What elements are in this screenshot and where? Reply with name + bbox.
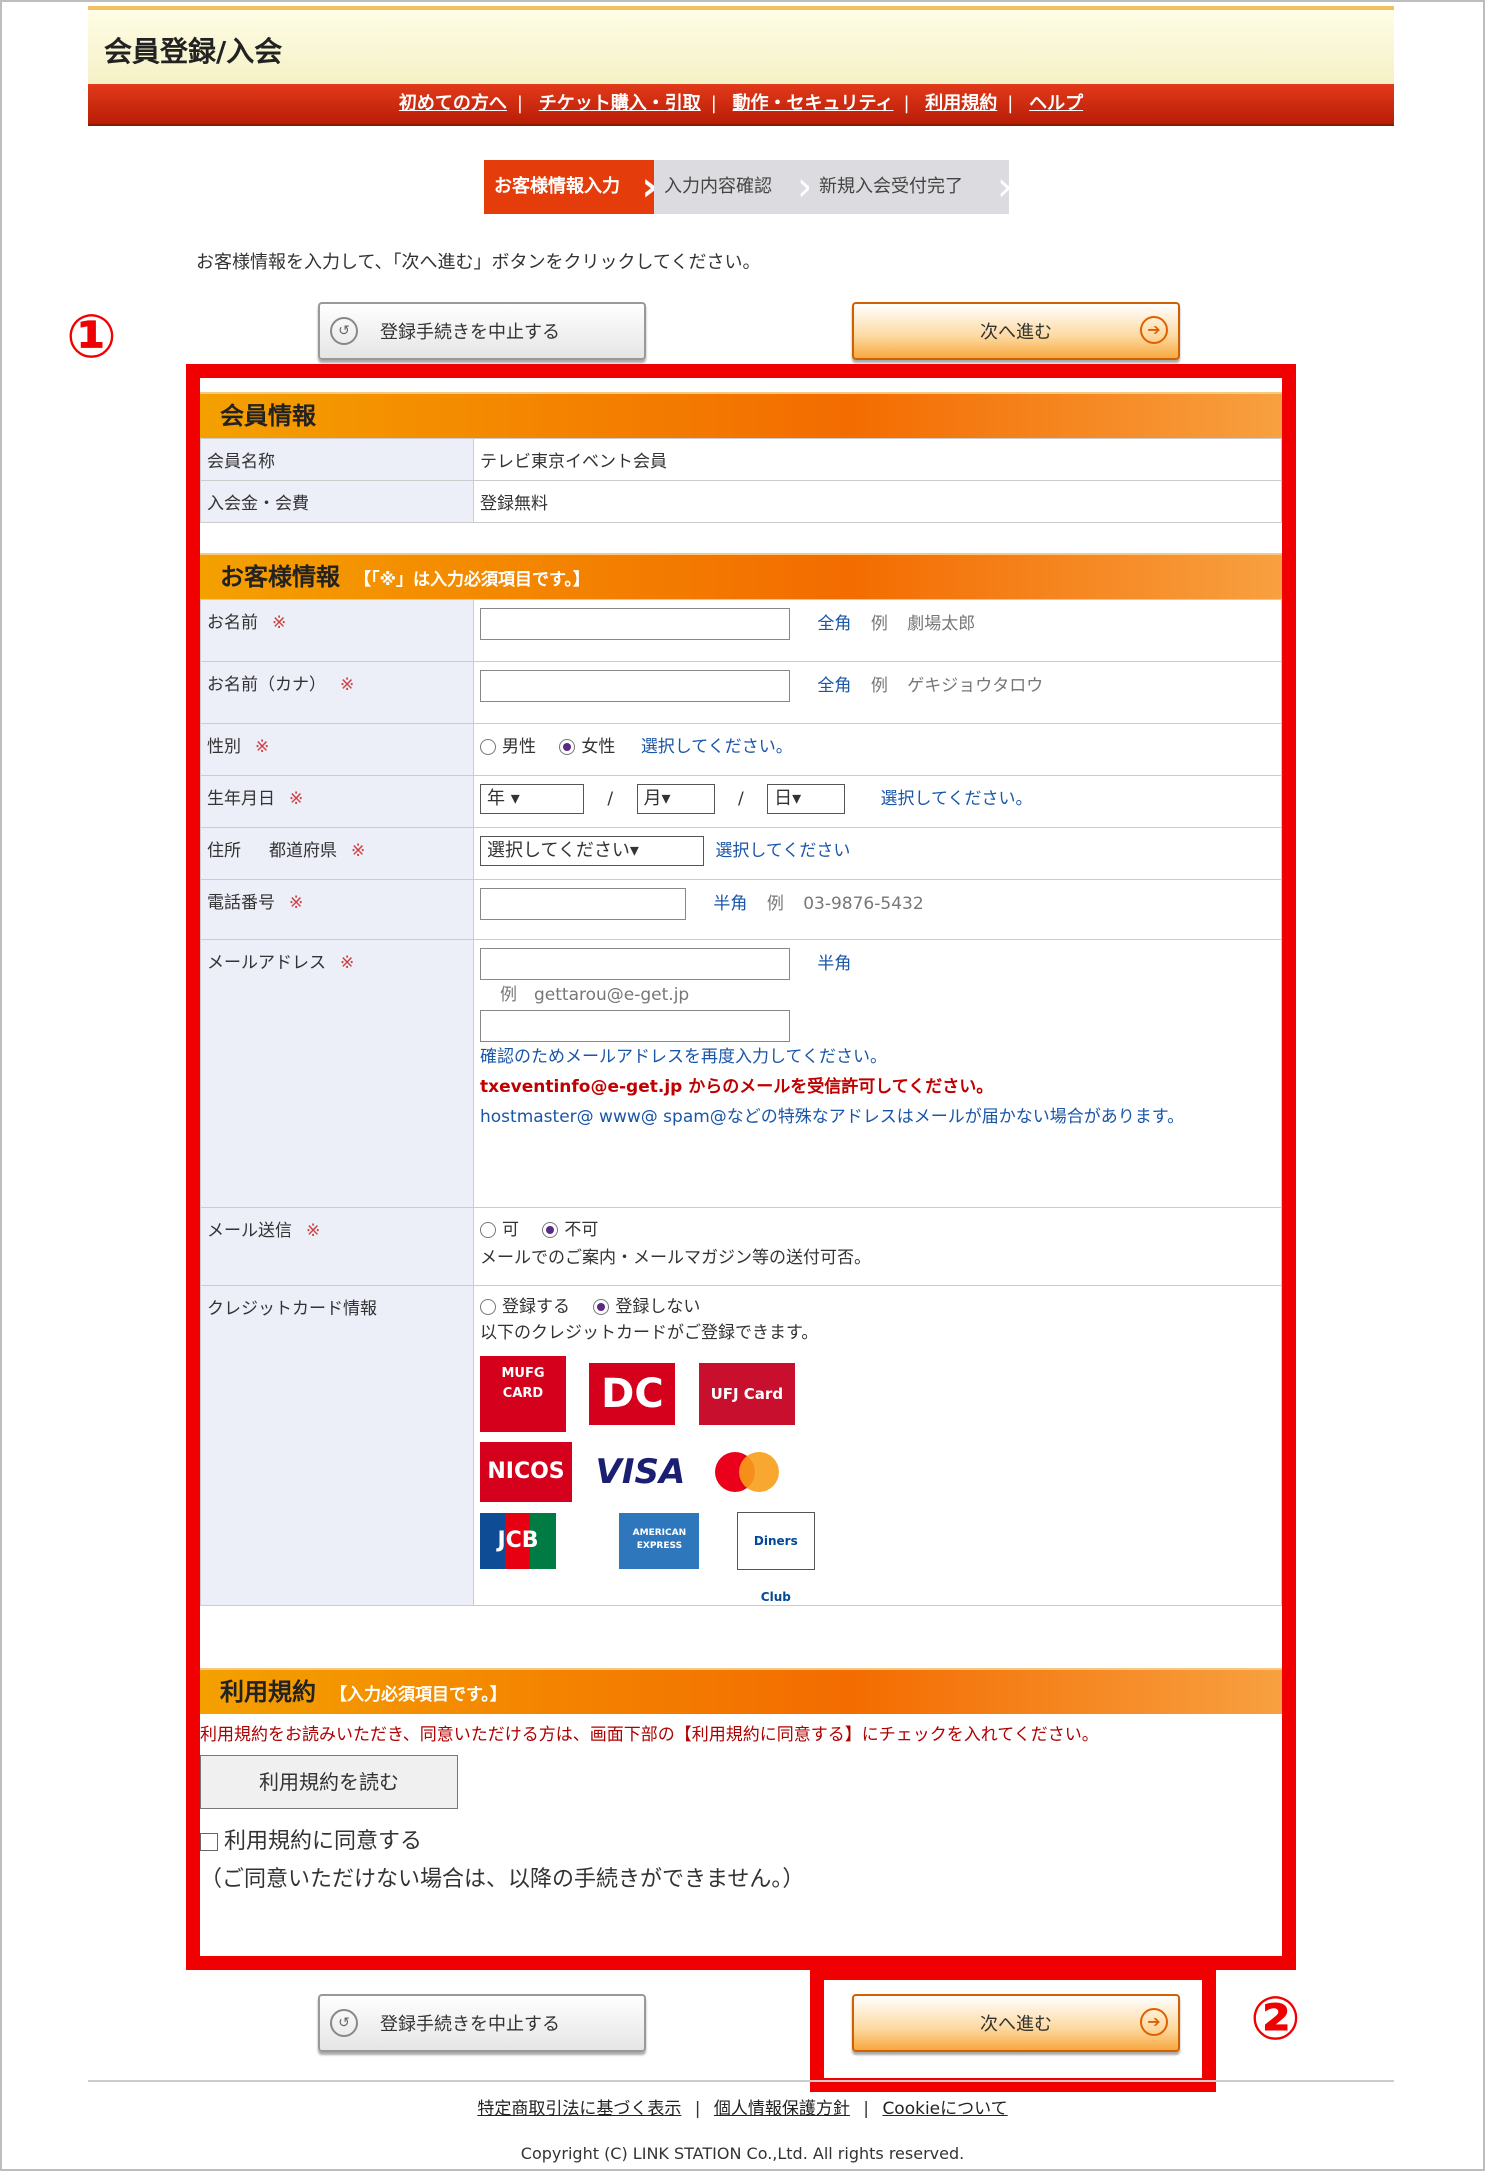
table-row: メール送信 ※ 可 不可 メールでのご案内・メールマガジン等の送付可否。 bbox=[200, 1207, 1282, 1286]
terms-header: 利用規約 【入力必須項目です。】 bbox=[200, 1668, 1282, 1714]
mastercard-logo: mastercard bbox=[709, 1442, 789, 1502]
mail-no-radio[interactable] bbox=[542, 1222, 559, 1238]
table-row: 会員名称 テレビ東京イベント会員 bbox=[200, 438, 1282, 481]
email-input[interactable] bbox=[480, 948, 790, 980]
step-confirm: 入力内容確認 › bbox=[654, 160, 813, 214]
visa-card-logo: VISA bbox=[595, 1452, 686, 1492]
phone-input[interactable] bbox=[480, 888, 686, 920]
chevron-right-icon: › bbox=[997, 164, 1013, 210]
table-row: 電話番号 ※ 半角 例 03-9876-5432 bbox=[200, 879, 1282, 940]
email-confirm-input[interactable] bbox=[480, 1010, 790, 1042]
nav-terms[interactable]: 利用規約 bbox=[925, 93, 997, 114]
cancel-registration-button[interactable]: ↺ 登録手続きを中止する bbox=[318, 302, 646, 360]
mufg-card-logo: MUFG CARD bbox=[480, 1356, 566, 1432]
table-row: メールアドレス ※ 半角 例 gettarou@e-get.jp 確認のためメール… bbox=[200, 939, 1282, 1208]
agree-terms-checkbox[interactable] bbox=[200, 1833, 218, 1851]
read-terms-button[interactable]: 利用規約を読む bbox=[200, 1755, 458, 1809]
annotation-box-next bbox=[810, 1966, 1216, 2092]
undo-icon: ↺ bbox=[330, 2009, 358, 2037]
footer-links: 特定商取引法に基づく表示 | 個人情報保護方針 | Cookieについて bbox=[477, 2099, 1008, 2119]
instruction-text: お客様情報を入力して、「次へ進む」ボタンをクリックしてください。 bbox=[196, 252, 761, 273]
page-header: 会員登録/入会 bbox=[88, 6, 1394, 88]
footer-link-cookie[interactable]: Cookieについて bbox=[882, 2099, 1007, 2119]
birth-day-select[interactable]: 日▾ bbox=[767, 784, 846, 814]
footer-link-privacy[interactable]: 個人情報保護方針 bbox=[714, 2099, 850, 2119]
agree-note: （ご同意いただけない場合は、以降の手続きができません。） bbox=[200, 1867, 805, 1892]
table-row: 入会金・会費 登録無料 bbox=[200, 480, 1282, 523]
annotation-2: ② bbox=[1250, 1984, 1301, 2054]
step-customer-info: お客様情報入力 › bbox=[484, 160, 658, 214]
top-nav: 初めての方へ | チケット購入・引取 | 動作・セキュリティ | 利用規約 | ヘルプ bbox=[88, 84, 1394, 126]
table-row: クレジットカード情報 登録する 登録しない 以下のクレジットカードがご登録できま… bbox=[200, 1285, 1282, 1606]
page-title: 会員登録/入会 bbox=[104, 35, 283, 68]
dc-card-logo: DC bbox=[589, 1363, 676, 1425]
footer-divider bbox=[88, 2080, 1394, 2082]
step-complete: 新規入会受付完了 › bbox=[809, 160, 1013, 214]
prefecture-select[interactable]: 選択してください▾ bbox=[480, 836, 704, 866]
credit-register-radio[interactable] bbox=[480, 1299, 496, 1315]
credit-noregister-radio[interactable] bbox=[593, 1299, 610, 1315]
table-row: お名前（カナ） ※ 全角 例 ゲキジョウタロウ bbox=[200, 661, 1282, 724]
table-row: お名前 ※ 全角 例 劇場太郎 bbox=[200, 599, 1282, 662]
amex-card-logo: AMERICAN EXPRESS bbox=[619, 1513, 700, 1569]
diners-card-logo: Diners Club bbox=[736, 1512, 815, 1604]
customer-info-header: お客様情報 【「※」は入力必須項目です。】 bbox=[200, 553, 1282, 599]
progress-steps: お客様情報入力 › 入力内容確認 › 新規入会受付完了 › bbox=[484, 160, 1013, 214]
nav-ticket-purchase[interactable]: チケット購入・引取 bbox=[539, 93, 701, 114]
next-button[interactable]: 次へ進む ➔ bbox=[852, 302, 1180, 360]
copyright: Copyright (C) LINK STATION Co.,Ltd. All … bbox=[520, 2144, 965, 2163]
mail-yes-radio[interactable] bbox=[480, 1222, 496, 1238]
name-kana-input[interactable] bbox=[480, 670, 790, 702]
jcb-card-logo: JCB bbox=[480, 1513, 556, 1569]
gender-female-radio[interactable] bbox=[559, 739, 576, 755]
terms-instruction: 利用規約をお読みいただき、同意いただける方は、画面下部の【利用規約に同意する】に… bbox=[200, 1725, 1099, 1745]
nav-help[interactable]: ヘルプ bbox=[1029, 93, 1083, 114]
member-info-table: 会員名称 テレビ東京イベント会員 入会金・会費 登録無料 bbox=[200, 438, 1282, 523]
footer-link-commerce-law[interactable]: 特定商取引法に基づく表示 bbox=[477, 2099, 681, 2119]
member-info-header: 会員情報 bbox=[200, 392, 1282, 438]
name-input[interactable] bbox=[480, 608, 790, 640]
ufj-card-logo: UFJ Card bbox=[698, 1363, 795, 1425]
nav-security[interactable]: 動作・セキュリティ bbox=[733, 93, 894, 114]
agree-checkbox-row: 利用規約に同意する bbox=[200, 1823, 1282, 1855]
annotation-1: ① bbox=[66, 302, 117, 372]
cancel-registration-button-bottom[interactable]: ↺ 登録手続きを中止する bbox=[318, 1994, 646, 2052]
registration-form: 会員情報 会員名称 テレビ東京イベント会員 入会金・会費 登録無料 お客様情報 【「※… bbox=[200, 378, 1282, 1893]
table-row: 性別 ※ 男性 女性 選択してください。 bbox=[200, 723, 1282, 776]
arrow-right-icon: ➔ bbox=[1140, 316, 1168, 344]
birth-year-select[interactable]: 年 ▾ bbox=[480, 784, 584, 814]
nav-beginners[interactable]: 初めての方へ bbox=[399, 93, 507, 114]
customer-info-table: お名前 ※ 全角 例 劇場太郎 お名前（カナ） ※ 全角 例 ゲキジョウタロウ 性別… bbox=[200, 599, 1282, 1606]
table-row: 住所 都道府県 ※ 選択してください▾ 選択してください bbox=[200, 827, 1282, 880]
undo-icon: ↺ bbox=[330, 317, 358, 345]
birth-month-select[interactable]: 月▾ bbox=[636, 784, 715, 814]
nicos-card-logo: NICOS bbox=[480, 1442, 572, 1502]
gender-male-radio[interactable] bbox=[480, 739, 496, 755]
table-row: 生年月日 ※ 年 ▾ / 月▾ / 日▾ 選択してください。 bbox=[200, 775, 1282, 828]
